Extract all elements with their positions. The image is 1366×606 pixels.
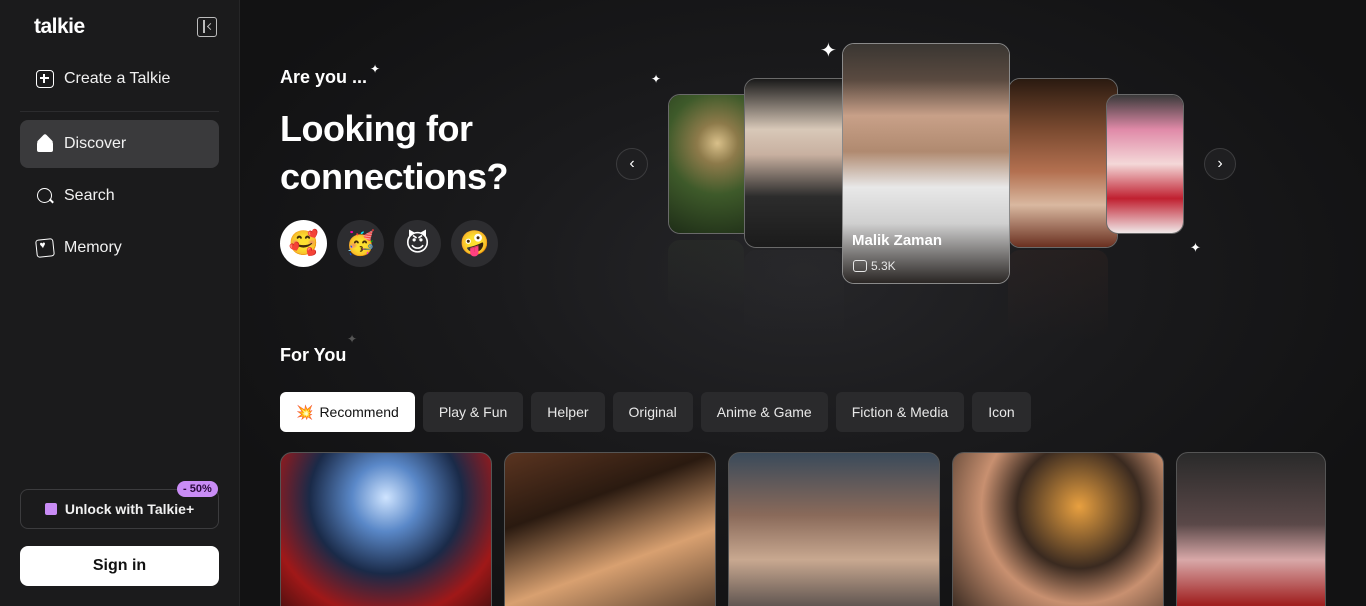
main-content: Are you ... ✦ Looking for connections? 🥰…	[240, 0, 1366, 606]
card-reflection	[668, 240, 744, 310]
tab-icon[interactable]: Icon	[972, 392, 1031, 432]
tab-label: Recommend	[319, 404, 399, 420]
chevron-left-icon: ‹	[629, 155, 635, 172]
tab-fiction-media[interactable]: Fiction & Media	[835, 392, 965, 432]
create-talkie-button[interactable]: Create a Talkie	[20, 55, 219, 103]
unlock-label: Unlock with Talkie+	[64, 501, 195, 517]
sidebar-item-discover[interactable]: Discover	[20, 120, 219, 168]
sidebar-item-memory[interactable]: Memory	[20, 224, 219, 272]
character-thumbnail[interactable]	[952, 452, 1164, 606]
mood-button[interactable]: 😈	[394, 220, 441, 267]
hero-eyebrow: Are you ...	[280, 67, 368, 87]
sidebar-divider	[20, 111, 219, 112]
sidebar: talkie Create a Talkie Discover Search M…	[0, 0, 240, 606]
sparkle-icon: ✦	[370, 62, 381, 76]
crown-icon	[44, 503, 57, 515]
search-icon	[36, 187, 54, 205]
sidebar-item-label: Discover	[64, 135, 127, 152]
character-card[interactable]	[744, 78, 854, 248]
card-reflection	[1008, 250, 1108, 340]
app-logo[interactable]: talkie	[34, 15, 85, 39]
tab-play-fun[interactable]: Play & Fun	[422, 392, 524, 432]
sparkle-icon: ✦	[1190, 240, 1201, 255]
chat-count-value: 5.3K	[871, 259, 896, 273]
mood-button[interactable]: 🤪	[451, 220, 498, 267]
section-title: For You	[280, 345, 347, 365]
character-card[interactable]	[1008, 78, 1118, 248]
carousel-prev-button[interactable]: ‹	[616, 148, 648, 180]
character-thumbnail[interactable]	[280, 452, 492, 606]
featured-character-name: Malik Zaman	[852, 232, 943, 249]
character-portrait	[1009, 79, 1117, 247]
sparkle-icon: ✦	[820, 40, 837, 62]
sparkle-icon: ✦	[651, 72, 662, 86]
featured-character-card[interactable]: Malik Zaman 5.3K	[842, 43, 1010, 284]
character-thumbnail[interactable]	[504, 452, 716, 606]
plus-icon	[36, 70, 54, 88]
sign-in-button[interactable]: Sign in	[20, 546, 219, 586]
mood-button[interactable]: 🥳	[337, 220, 384, 267]
chat-bubble-icon	[853, 260, 867, 272]
sparkle-icon: ✦	[347, 332, 358, 346]
discount-badge: - 50%	[177, 481, 218, 497]
sidebar-item-label: Search	[64, 187, 115, 204]
category-tabs: 💥 Recommend Play & Fun Helper Original A…	[280, 392, 1031, 432]
home-icon	[36, 135, 54, 153]
character-portrait	[745, 79, 853, 247]
hero-headline: Looking for connections?	[280, 108, 509, 197]
card-reflection	[744, 250, 844, 340]
burst-icon: 💥	[296, 403, 314, 420]
tab-helper[interactable]: Helper	[531, 392, 605, 432]
mood-button[interactable]: 🥰	[280, 220, 327, 267]
mood-selector: 🥰 🥳 😈 🤪	[280, 220, 498, 267]
carousel-next-button[interactable]: ›	[1204, 148, 1236, 180]
tab-original[interactable]: Original	[612, 392, 693, 432]
collapse-sidebar-icon[interactable]	[197, 17, 217, 37]
character-card[interactable]	[1106, 94, 1184, 234]
chat-count: 5.3K	[853, 259, 896, 273]
character-thumbnail[interactable]	[1176, 452, 1326, 606]
sidebar-item-label: Memory	[64, 239, 122, 256]
character-portrait	[1107, 95, 1183, 233]
chevron-right-icon: ›	[1217, 155, 1223, 172]
create-talkie-label: Create a Talkie	[64, 70, 171, 87]
memory-icon	[35, 238, 55, 258]
tab-recommend[interactable]: 💥 Recommend	[280, 392, 415, 432]
tab-anime-game[interactable]: Anime & Game	[700, 392, 828, 432]
sidebar-item-search[interactable]: Search	[20, 172, 219, 220]
character-thumbnail[interactable]	[728, 452, 940, 606]
